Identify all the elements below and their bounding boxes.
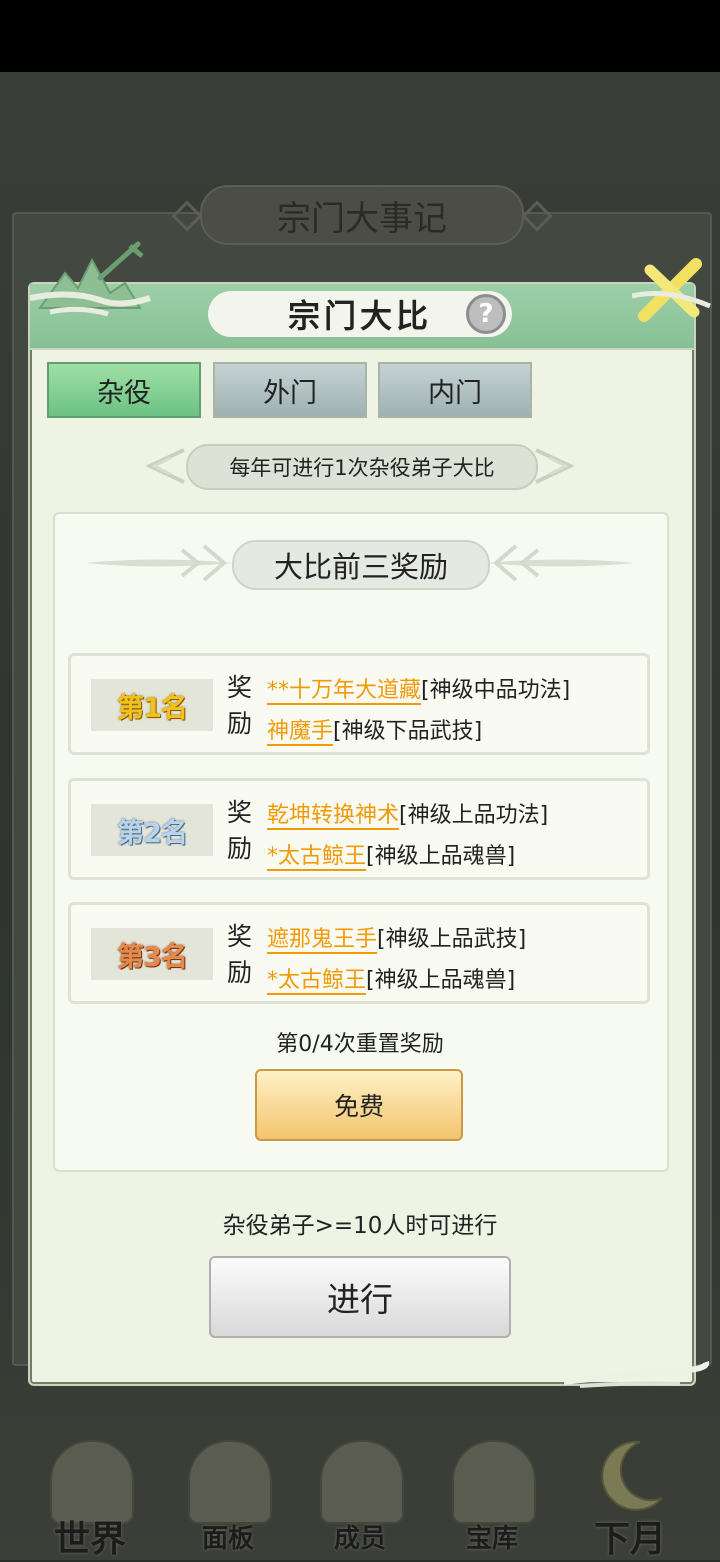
nav-treasury[interactable]: 宝库 <box>432 1430 552 1560</box>
reward-label: 奖 励 <box>227 670 257 742</box>
reward-section-title-text: 大比前三奖励 <box>273 550 448 584</box>
reward-item-link[interactable]: *太古鲸王 <box>267 968 367 995</box>
reward-label-top: 奖 <box>227 922 253 951</box>
tab-neimen[interactable]: 内门 <box>378 362 532 418</box>
rank-row-3: 第3名 奖 励 遮那鬼王手[神级上品武技] *太古鲸王[神级上品魂兽] <box>68 902 650 1004</box>
free-reset-button[interactable]: 免费 <box>255 1069 463 1141</box>
background-title: 宗门大事记 <box>200 185 524 245</box>
modal-title-text: 宗门大比 <box>287 297 432 335</box>
reward-label: 奖 励 <box>227 919 257 991</box>
left-wing-ornament-icon <box>86 544 234 582</box>
reward-item-link[interactable]: *太古鲸王 <box>267 844 367 871</box>
tab-label: 内门 <box>428 377 482 409</box>
reward-item-grade: [神级上品武技] <box>377 927 527 952</box>
tab-label: 杂役 <box>97 377 151 409</box>
rank-badge-3: 第3名 <box>91 928 213 980</box>
nav-world[interactable]: 世界 <box>30 1430 150 1560</box>
moon-icon <box>601 1440 663 1511</box>
notice-banner: 每年可进行1次杂役弟子大比 <box>186 444 538 490</box>
rank-row-1: 第1名 奖 励 **十万年大道藏[神级中品功法] 神魔手[神级下品武技] <box>68 653 650 755</box>
reward-line: 遮那鬼王手[神级上品武技] <box>267 921 527 954</box>
reset-reward-text: 第0/4次重置奖励 <box>276 1032 444 1057</box>
reward-item-grade: [神级上品魂兽] <box>366 844 516 869</box>
reward-item-link[interactable]: 神魔手 <box>267 719 334 746</box>
rank-row-2: 第2名 奖 励 乾坤转换神术[神级上品功法] *太古鲸王[神级上品魂兽] <box>68 778 650 880</box>
reward-line: **十万年大道藏[神级中品功法] <box>267 672 571 705</box>
reward-item-grade: [神级中品功法] <box>421 678 571 703</box>
start-competition-button[interactable]: 进行 <box>209 1256 511 1338</box>
reward-label-top: 奖 <box>227 798 253 827</box>
reward-label-bottom: 励 <box>227 958 253 987</box>
nav-label: 面板 <box>201 1524 254 1554</box>
reward-item-grade: [神级下品武技] <box>333 719 483 744</box>
tab-label: 外门 <box>263 377 317 409</box>
nav-label: 下月 <box>593 1518 666 1560</box>
free-button-label: 免费 <box>333 1092 384 1121</box>
reward-line: *太古鲸王[神级上品魂兽] <box>267 838 516 871</box>
reward-item-grade: [神级上品魂兽] <box>366 968 516 993</box>
reward-item-link[interactable]: **十万年大道藏 <box>267 678 422 705</box>
right-wing-ornament-icon <box>486 544 634 582</box>
help-icon-glyph: ? <box>478 299 494 329</box>
status-bar <box>0 0 720 72</box>
background-title-text: 宗门大事记 <box>277 198 447 239</box>
hall-icon <box>188 1440 272 1524</box>
reward-line: *太古鲸王[神级上品魂兽] <box>267 962 516 995</box>
left-arrow-ornament-icon <box>145 448 185 484</box>
close-icon[interactable] <box>632 256 712 326</box>
rank-badge-2: 第2名 <box>91 804 213 856</box>
rank-badge-1: 第1名 <box>91 679 213 731</box>
nav-panel[interactable]: 面板 <box>168 1430 288 1560</box>
nav-label: 宝库 <box>465 1524 518 1554</box>
reward-item-link[interactable]: 遮那鬼王手 <box>267 927 378 954</box>
nav-label: 世界 <box>53 1518 126 1560</box>
reward-label-top: 奖 <box>227 673 253 702</box>
treasury-icon <box>452 1440 536 1524</box>
right-arrow-ornament-icon <box>535 448 575 484</box>
condition-text: 杂役弟子>=10人时可进行 <box>222 1213 498 1239</box>
nav-members[interactable]: 成员 <box>300 1430 420 1560</box>
reward-item-grade: [神级上品功法] <box>399 803 549 828</box>
reward-label-bottom: 励 <box>227 709 253 738</box>
reward-label-bottom: 励 <box>227 834 253 863</box>
nav-label: 成员 <box>333 1524 386 1554</box>
scroll-ornament-icon <box>563 1361 710 1388</box>
notice-text: 每年可进行1次杂役弟子大比 <box>229 456 495 480</box>
reward-label: 奖 励 <box>227 795 257 867</box>
tab-waimen[interactable]: 外门 <box>213 362 367 418</box>
tab-zayi[interactable]: 杂役 <box>47 362 201 418</box>
mountain-sword-icon <box>30 241 151 317</box>
nav-next-month[interactable]: 下月 <box>570 1430 690 1560</box>
member-icon <box>320 1440 404 1524</box>
help-icon[interactable]: ? <box>466 294 506 334</box>
bottom-nav: 世界 面板 成员 宝库 下月 <box>0 1430 720 1560</box>
reward-line: 乾坤转换神术[神级上品功法] <box>267 797 549 830</box>
reward-line: 神魔手[神级下品武技] <box>267 713 483 746</box>
reward-item-link[interactable]: 乾坤转换神术 <box>267 803 400 830</box>
reward-section-title: 大比前三奖励 <box>232 540 490 590</box>
start-button-label: 进行 <box>327 1280 393 1319</box>
